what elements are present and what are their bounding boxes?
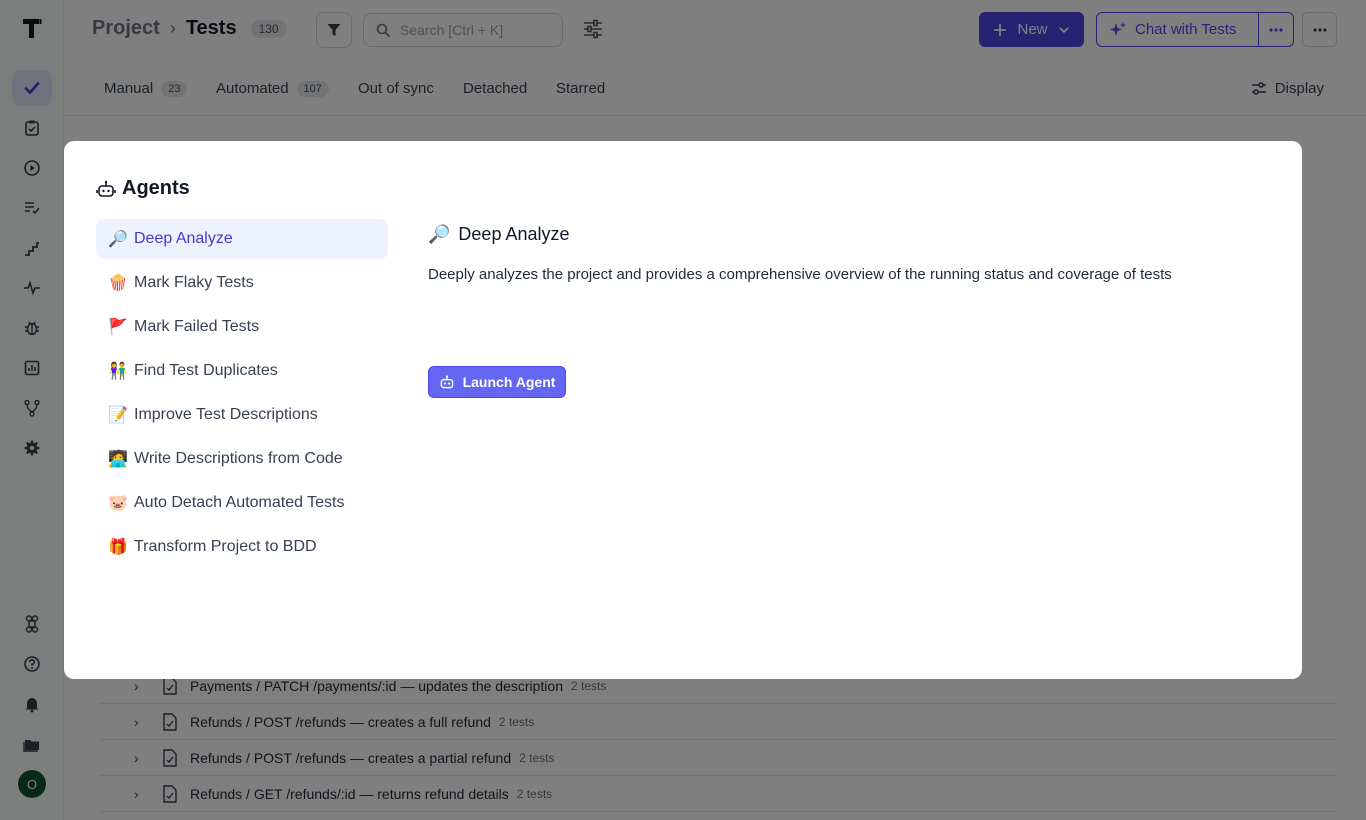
pig-icon: 🐷	[108, 495, 128, 512]
popcorn-icon: 🍿	[108, 275, 128, 292]
robot-icon	[96, 180, 116, 197]
agent-detail-title-text: Deep Analyze	[458, 223, 570, 244]
magnifier-icon: 🔎	[108, 231, 128, 248]
agent-item-write-descriptions-from-code[interactable]: 🧑‍💻 Write Descriptions from Code	[96, 439, 388, 479]
agent-item-improve-test-descriptions[interactable]: 📝 Improve Test Descriptions	[96, 395, 388, 435]
agent-item-deep-analyze[interactable]: 🔎 Deep Analyze	[96, 219, 388, 259]
agent-list: 🔎 Deep Analyze 🍿 Mark Flaky Tests 🚩 Mark…	[96, 219, 388, 571]
agent-item-transform-project-to-bdd[interactable]: 🎁 Transform Project to BDD	[96, 527, 388, 567]
modal-title: Agents	[96, 177, 190, 200]
technologist-icon: 🧑‍💻	[108, 451, 128, 468]
robot-icon	[440, 375, 453, 389]
launch-agent-label: Launch Agent	[462, 374, 556, 390]
memo-icon: 📝	[108, 407, 128, 424]
launch-agent-button[interactable]: Launch Agent	[428, 366, 566, 398]
agent-label: Auto Detach Automated Tests	[134, 494, 345, 511]
agent-detail-title: 🔎 Deep Analyze	[428, 219, 1288, 249]
agent-item-find-test-duplicates[interactable]: 👫 Find Test Duplicates	[96, 351, 388, 391]
agent-label: Write Descriptions from Code	[134, 450, 343, 467]
agent-label: Improve Test Descriptions	[134, 406, 318, 423]
agent-description: Deeply analyzes the project and provides…	[428, 266, 1172, 283]
agent-label: Mark Flaky Tests	[134, 274, 254, 291]
agents-modal: Agents 🔎 Deep Analyze 🍿 Mark Flaky Tests…	[64, 141, 1302, 679]
agent-detail-panel: 🔎 Deep Analyze Deeply analyzes the proje…	[428, 219, 1288, 398]
red-flag-icon: 🚩	[108, 319, 128, 336]
agent-item-auto-detach-automated-tests[interactable]: 🐷 Auto Detach Automated Tests	[96, 483, 388, 523]
agent-item-mark-flaky-tests[interactable]: 🍿 Mark Flaky Tests	[96, 263, 388, 303]
gift-icon: 🎁	[108, 539, 128, 556]
agent-label: Deep Analyze	[134, 230, 233, 247]
people-icon: 👫	[108, 363, 128, 380]
agent-label: Transform Project to BDD	[134, 538, 317, 555]
agent-item-mark-failed-tests[interactable]: 🚩 Mark Failed Tests	[96, 307, 388, 347]
agent-label: Mark Failed Tests	[134, 318, 260, 335]
magnifier-icon: 🔎	[428, 223, 451, 244]
modal-title-text: Agents	[122, 177, 190, 199]
agent-label: Find Test Duplicates	[134, 362, 278, 379]
